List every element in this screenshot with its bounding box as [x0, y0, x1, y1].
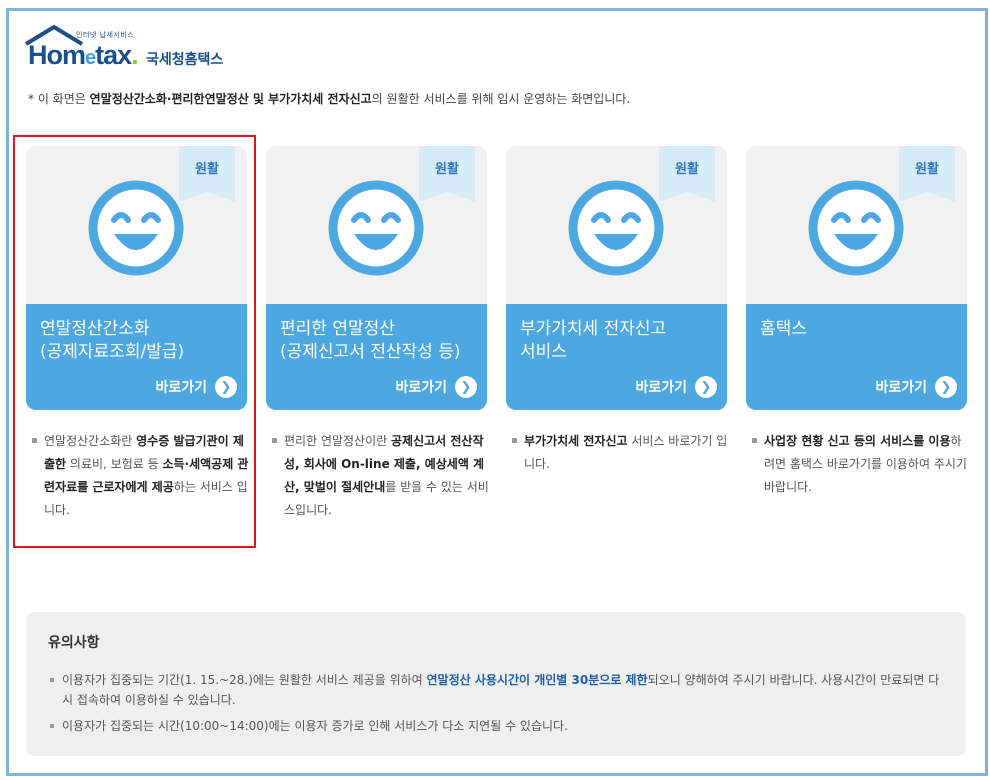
caution-title: 유의사항 — [48, 635, 100, 651]
highlight-box — [13, 135, 256, 548]
logo-word: Hometax. — [28, 40, 139, 70]
smiley-face-icon — [328, 180, 424, 276]
arrow-right-icon: ❯ — [455, 376, 477, 398]
smiley-face-icon — [568, 180, 664, 276]
card-description: 부가가치세 전자신고 서비스 바로가기 입니다. — [510, 430, 730, 476]
logo-subtitle: 인터넷 납세서비스 — [76, 31, 135, 39]
caution-box: 유의사항 이용자가 집중되는 기간(1. 15.~28.)에는 원활한 서비스 … — [26, 612, 966, 756]
card-title: 편리한 연말정산 (공제신고서 전산작성 등) — [280, 319, 461, 362]
status-badge: 원활 — [419, 146, 475, 202]
smiley-face-icon — [808, 180, 904, 276]
service-card-vat-efiling[interactable]: 원활부가가치세 전자신고 서비스바로가기 ❯ — [506, 146, 727, 410]
service-card-hometax[interactable]: 원활홈택스바로가기 ❯ — [746, 146, 967, 410]
status-badge: 원활 — [899, 146, 955, 202]
arrow-right-icon: ❯ — [935, 376, 957, 398]
card-title: 홈택스 — [760, 319, 807, 339]
card-description: 편리한 연말정산이란 공제신고서 전산작성, 회사에 On-line 제출, 예… — [270, 430, 490, 522]
go-button[interactable]: 바로가기 ❯ — [395, 376, 477, 398]
card-description: 사업장 현황 신고 등의 서비스를 이용하려면 홈택스 바로가기를 이용하여 주… — [750, 430, 970, 499]
arrow-right-icon: ❯ — [695, 376, 717, 398]
caution-item: 이용자가 집중되는 시간(10:00~14:00)에는 이용자 증가로 인해 서… — [48, 716, 944, 736]
go-button[interactable]: 바로가기 ❯ — [635, 376, 717, 398]
caution-item: 이용자가 집중되는 기간(1. 15.~28.)에는 원활한 서비스 제공을 위… — [48, 670, 944, 710]
hometax-logo[interactable]: 인터넷 납세서비스 Hometax. 국세청홈택스 — [24, 24, 244, 76]
service-card-convenient-yearend[interactable]: 원활편리한 연말정산 (공제신고서 전산작성 등) 바로가기 ❯ — [266, 146, 487, 410]
logo-korean: 국세청홈택스 — [146, 52, 224, 68]
status-badge: 원활 — [659, 146, 715, 202]
card-title: 부가가치세 전자신고 서비스 — [520, 319, 667, 362]
notice-text: * 이 화면은 연말정산간소화·편리한연말정산 및 부가가치세 전자신고의 원활… — [28, 92, 631, 106]
go-button[interactable]: 바로가기 ❯ — [875, 376, 957, 398]
